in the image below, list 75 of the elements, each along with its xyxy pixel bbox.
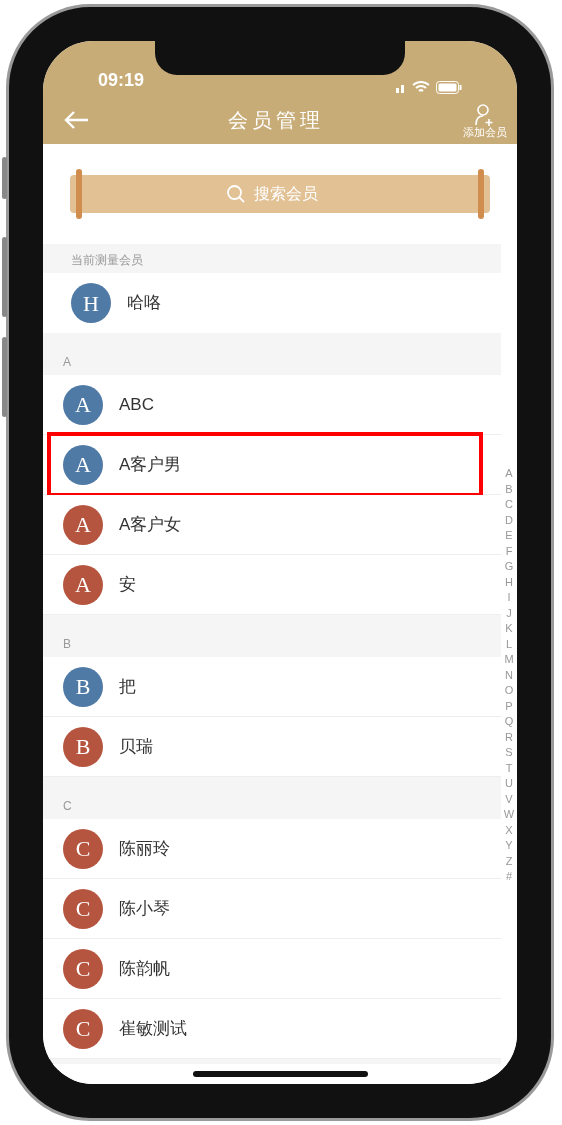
back-arrow-icon[interactable] [63, 110, 89, 130]
index-letter[interactable]: E [505, 528, 513, 544]
index-letter[interactable]: H [505, 574, 513, 590]
index-letter[interactable]: V [505, 791, 513, 807]
index-letter[interactable]: C [505, 497, 513, 513]
member-name[interactable]: 陈韵帆 [119, 955, 170, 982]
avatar: A [63, 384, 103, 425]
index-letter[interactable]: D [505, 512, 513, 528]
scroll-rod [478, 169, 484, 219]
avatar: H [71, 283, 111, 323]
add-person-icon [474, 102, 496, 127]
member-name[interactable]: 崔敏测试 [119, 1015, 187, 1042]
member-row[interactable]: A A客户女 [43, 495, 501, 555]
member-name[interactable]: A客户男 [119, 451, 182, 478]
index-letter[interactable]: J [506, 605, 512, 621]
index-letter[interactable]: O [504, 683, 514, 699]
member-name[interactable]: 贝瑞 [119, 733, 153, 760]
avatar: C [63, 888, 103, 929]
index-letter[interactable]: K [505, 621, 513, 637]
avatar: C [63, 828, 103, 869]
avatar: A [63, 444, 103, 485]
member-row[interactable]: C 崔敏测试 [43, 999, 501, 1059]
avatar: B [63, 726, 103, 767]
section-header: 当前测量会员 [71, 252, 143, 269]
avatar: B [63, 666, 103, 707]
member-row[interactable]: C 陈韵帆 [43, 939, 501, 999]
index-letter[interactable]: N [505, 667, 513, 683]
avatar: C [63, 1008, 103, 1049]
index-letter[interactable]: Y [505, 838, 513, 854]
add-member-button[interactable]: 添加会员 [463, 102, 507, 138]
member-row[interactable]: A ABC [43, 375, 501, 435]
avatar: A [63, 564, 103, 605]
index-letter[interactable]: G [504, 559, 514, 575]
status-time: 09:19 [98, 69, 145, 92]
index-letter[interactable]: F [505, 543, 513, 559]
section-header: A [63, 354, 71, 371]
member-row[interactable]: C 陈丽玲 [43, 819, 501, 879]
section-header: C [63, 798, 72, 815]
index-letter[interactable]: I [507, 590, 511, 606]
member-name[interactable]: 哈咯 [127, 290, 161, 316]
avatar: A [63, 504, 103, 545]
index-letter[interactable]: R [505, 729, 513, 745]
member-row[interactable]: A A客户男 [43, 435, 501, 495]
member-name[interactable]: A客户女 [119, 511, 182, 538]
member-row[interactable]: B 贝瑞 [43, 717, 501, 777]
member-name[interactable]: 安 [119, 571, 136, 598]
index-letter[interactable]: B [505, 481, 513, 497]
index-letter[interactable]: X [505, 822, 513, 838]
member-name[interactable]: ABC [119, 391, 154, 418]
index-letter[interactable]: T [505, 760, 513, 776]
scroll-rod [76, 169, 82, 219]
index-letter[interactable]: Z [505, 853, 513, 869]
avatar: C [63, 948, 103, 989]
index-letter[interactable]: A [505, 466, 513, 482]
search-icon [226, 184, 246, 204]
member-name[interactable]: 陈丽玲 [119, 835, 170, 862]
index-letter[interactable]: Q [504, 714, 514, 730]
wifi-icon [412, 81, 430, 94]
page-title: 会员管理 [228, 107, 324, 134]
member-row[interactable]: H 哈咯 [43, 273, 501, 333]
member-row[interactable]: C 陈小琴 [43, 879, 501, 939]
index-letter[interactable]: P [505, 698, 513, 714]
index-letter[interactable]: U [505, 776, 513, 792]
member-row[interactable]: A 安 [43, 555, 501, 615]
member-name[interactable]: 把 [119, 673, 136, 700]
index-letter[interactable]: L [505, 636, 513, 652]
member-row[interactable]: B 把 [43, 657, 501, 717]
battery-icon [436, 81, 462, 94]
index-letter[interactable]: M [504, 652, 514, 668]
index-letter[interactable]: S [505, 745, 513, 761]
index-letter[interactable]: # [505, 869, 513, 885]
member-name[interactable]: 陈小琴 [119, 895, 170, 922]
section-header: B [63, 636, 71, 653]
search-field[interactable]: 搜索会员 [254, 182, 334, 206]
index-letter[interactable]: W [503, 807, 515, 823]
